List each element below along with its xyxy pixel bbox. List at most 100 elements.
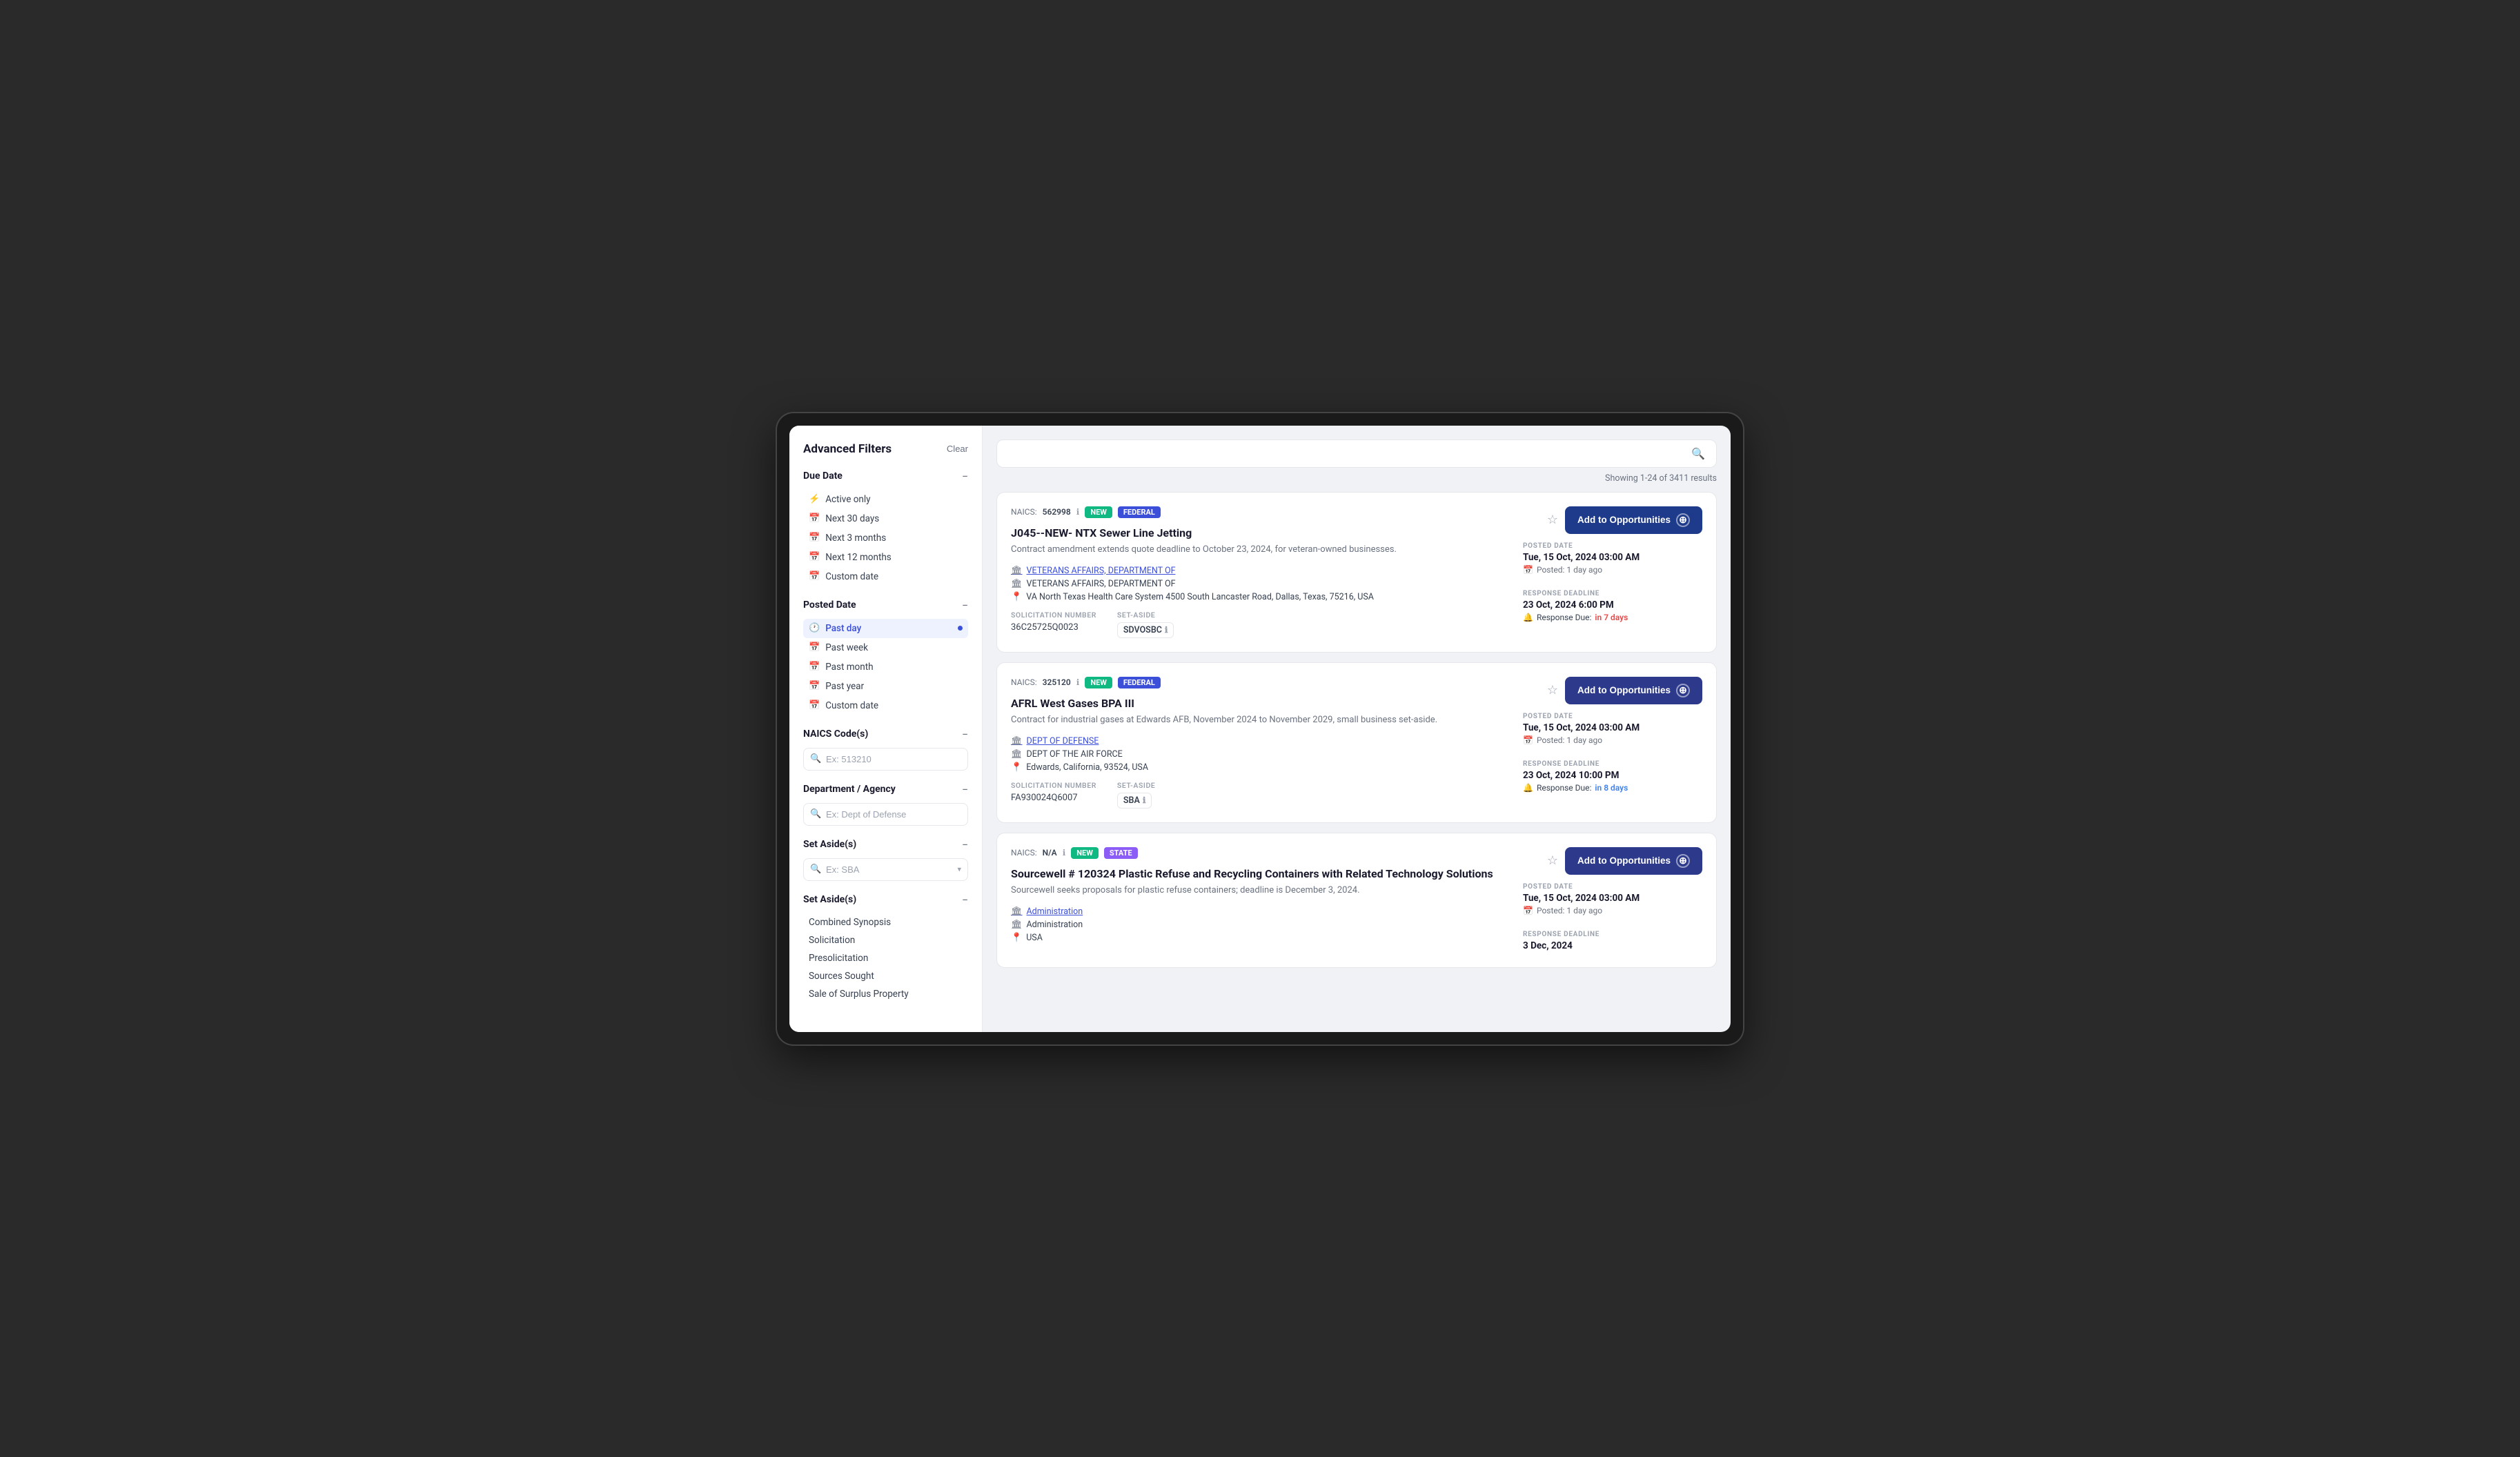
- naics-value-0: 562998: [1043, 507, 1071, 517]
- set-aside-group-1: SET-ASIDE SBA ℹ: [1117, 781, 1155, 809]
- sol-group-0: SOLICITATION NUMBER 36C25725Q0023: [1011, 611, 1096, 638]
- card-org-sub-2: 🏛 Administration: [1011, 920, 1509, 930]
- past-day-icon: 🕐: [809, 623, 820, 633]
- naics-input[interactable]: [803, 748, 968, 771]
- next3-icon: 📅: [809, 533, 820, 543]
- department-collapse-icon[interactable]: −: [962, 783, 968, 796]
- clear-button[interactable]: Clear: [947, 444, 968, 454]
- results-count: Showing 1-24 of 3411 results: [996, 473, 1717, 484]
- set-aside-info-icon-1[interactable]: ℹ: [1143, 795, 1146, 805]
- set-aside-dropdown-icon: ▾: [957, 865, 961, 874]
- naics-info-icon-0[interactable]: ℹ: [1076, 507, 1080, 517]
- search-input[interactable]: [1008, 448, 1691, 459]
- posted-date-item-year[interactable]: 📅 Past year: [803, 677, 968, 696]
- posted-custom-label: Custom date: [825, 700, 878, 711]
- card-right-top-0: ☆ Add to Opportunities ⊕: [1547, 506, 1702, 534]
- card-title-1: AFRL West Gases BPA III: [1011, 697, 1509, 710]
- set-aside-info-icon-0[interactable]: ℹ: [1165, 625, 1168, 635]
- posted-date-collapse-icon[interactable]: −: [962, 599, 968, 612]
- card-org-sub-0: 🏛 VETERANS AFFAIRS, DEPARTMENT OF: [1011, 579, 1509, 589]
- due-date-item-next30[interactable]: 📅 Next 30 days: [803, 509, 968, 528]
- org-icon-0: 🏛: [1011, 566, 1023, 576]
- card-org-link-1[interactable]: 🏛 DEPT OF DEFENSE: [1011, 736, 1509, 746]
- sidebar: Advanced Filters Clear Due Date − ⚡ Acti…: [789, 426, 983, 1032]
- set-aside-combined[interactable]: Combined Synopsis: [803, 913, 968, 931]
- set-aside-input[interactable]: [803, 858, 968, 881]
- card-org-link-2[interactable]: 🏛 Administration: [1011, 906, 1509, 917]
- naics-label-2: NAICS:: [1011, 848, 1037, 858]
- posted-date-sub-0: 📅 Posted: 1 day ago: [1523, 565, 1702, 575]
- past-year-label: Past year: [825, 681, 864, 692]
- due-date-item-custom[interactable]: 📅 Custom date: [803, 567, 968, 586]
- deadline-label-0: RESPONSE DEADLINE: [1523, 590, 1702, 597]
- naics-title: NAICS Code(s): [803, 728, 868, 740]
- posted-date-item-custom[interactable]: 📅 Custom date: [803, 696, 968, 715]
- deadline-date-0: 23 Oct, 2024 6:00 PM: [1523, 599, 1702, 611]
- set-aside-badge-1: SBA ℹ: [1117, 793, 1152, 809]
- main-content: 🔍 Showing 1-24 of 3411 results NAICS: 56…: [983, 426, 1731, 1032]
- card-title-0: J045--NEW- NTX Sewer Line Jetting: [1011, 526, 1509, 539]
- posted-date-value-1: Tue, 15 Oct, 2024 03:00 AM: [1523, 722, 1702, 733]
- set-aside-surplus[interactable]: Sale of Surplus Property: [803, 985, 968, 1003]
- posted-cal-icon-2: 📅: [1523, 906, 1533, 915]
- sidebar-header: Advanced Filters Clear: [803, 442, 968, 456]
- set-aside-field-value-0: SDVOSBC ℹ: [1117, 622, 1174, 638]
- due-bell-icon-0: 🔔: [1523, 613, 1533, 622]
- due-date-item-next3[interactable]: 📅 Next 3 months: [803, 528, 968, 548]
- location-text-1: Edwards, California, 93524, USA: [1026, 762, 1148, 773]
- add-btn-label-0: Add to Opportunities: [1577, 515, 1671, 525]
- naics-info-icon-2[interactable]: ℹ: [1063, 848, 1066, 858]
- past-month-icon: 📅: [809, 662, 820, 672]
- naics-collapse-icon[interactable]: −: [962, 728, 968, 741]
- filter-section-posted-date: Posted Date − 🕐 Past day 📅 Past week 📅 P…: [803, 599, 968, 715]
- card-right-2: ☆ Add to Opportunities ⊕ POSTED DATE Tue…: [1523, 847, 1702, 953]
- deadline-date-1: 23 Oct, 2024 10:00 PM: [1523, 770, 1702, 781]
- star-icon-0[interactable]: ☆: [1547, 513, 1558, 527]
- posted-cal-icon-1: 📅: [1523, 735, 1533, 745]
- add-btn-label-2: Add to Opportunities: [1577, 855, 1671, 866]
- deadline-section-0: RESPONSE DEADLINE 23 Oct, 2024 6:00 PM 🔔…: [1523, 590, 1702, 622]
- star-icon-1[interactable]: ☆: [1547, 683, 1558, 697]
- org-sub-text-1: DEPT OF THE AIR FORCE: [1027, 749, 1123, 760]
- department-input[interactable]: [803, 803, 968, 826]
- posted-date-item-month[interactable]: 📅 Past month: [803, 657, 968, 677]
- card-location-1: 📍 Edwards, California, 93524, USA: [1011, 762, 1509, 773]
- card-left-0: NAICS: 562998 ℹ NEW Federal J045--NEW- N…: [1011, 506, 1509, 638]
- due-date-item-next12[interactable]: 📅 Next 12 months: [803, 548, 968, 567]
- star-icon-2[interactable]: ☆: [1547, 853, 1558, 868]
- card-org-link-0[interactable]: 🏛 VETERANS AFFAIRS, DEPARTMENT OF: [1011, 566, 1509, 576]
- due-date-item-active-only[interactable]: ⚡ Active only: [803, 490, 968, 509]
- set-aside-presolicitation[interactable]: Presolicitation: [803, 949, 968, 967]
- due-date-header: Due Date −: [803, 470, 968, 483]
- past-year-icon: 📅: [809, 681, 820, 691]
- deadline-section-2: RESPONSE DEADLINE 3 Dec, 2024: [1523, 931, 1702, 953]
- sol-label-0: SOLICITATION NUMBER: [1011, 611, 1096, 620]
- card-title-2: Sourcewell # 120324 Plastic Refuse and R…: [1011, 867, 1509, 880]
- posted-date-item-day[interactable]: 🕐 Past day: [803, 619, 968, 638]
- active-only-icon: ⚡: [809, 494, 820, 504]
- set-aside-sources[interactable]: Sources Sought: [803, 967, 968, 985]
- opportunity-card-2: NAICS: N/A ℹ NEW State Sourcewell # 1203…: [996, 833, 1717, 968]
- org-link-text-1: DEPT OF DEFENSE: [1027, 736, 1099, 746]
- location-icon-0: 📍: [1011, 592, 1022, 602]
- add-to-opportunities-button-1[interactable]: Add to Opportunities ⊕: [1565, 677, 1702, 704]
- location-icon-1: 📍: [1011, 762, 1022, 773]
- due-alert-1: 🔔 Response Due: in 8 days: [1523, 783, 1702, 793]
- set-aside-solicitation[interactable]: Solicitation: [803, 931, 968, 949]
- posted-custom-icon: 📅: [809, 700, 820, 711]
- set-aside-input-collapse-icon[interactable]: −: [962, 838, 968, 851]
- past-week-label: Past week: [825, 642, 868, 653]
- add-to-opportunities-button-0[interactable]: Add to Opportunities ⊕: [1565, 506, 1702, 534]
- due-days-0: in 7 days: [1595, 613, 1628, 622]
- set-aside-input-wrap: 🔍 ▾: [803, 858, 968, 881]
- set-aside-field-value-1: SBA ℹ: [1117, 793, 1155, 809]
- due-date-collapse-icon[interactable]: −: [962, 470, 968, 483]
- card-top-row-1: NAICS: 325120 ℹ NEW Federal: [1011, 677, 1509, 688]
- sidebar-title: Advanced Filters: [803, 442, 892, 456]
- naics-info-icon-1[interactable]: ℹ: [1076, 677, 1080, 687]
- filter-section-set-aside-list: Set Aside(s) − Combined Synopsis Solicit…: [803, 893, 968, 1003]
- set-aside-list-collapse-icon[interactable]: −: [962, 893, 968, 906]
- device-frame: Advanced Filters Clear Due Date − ⚡ Acti…: [777, 413, 1743, 1044]
- add-to-opportunities-button-2[interactable]: Add to Opportunities ⊕: [1565, 847, 1702, 875]
- posted-date-item-week[interactable]: 📅 Past week: [803, 638, 968, 657]
